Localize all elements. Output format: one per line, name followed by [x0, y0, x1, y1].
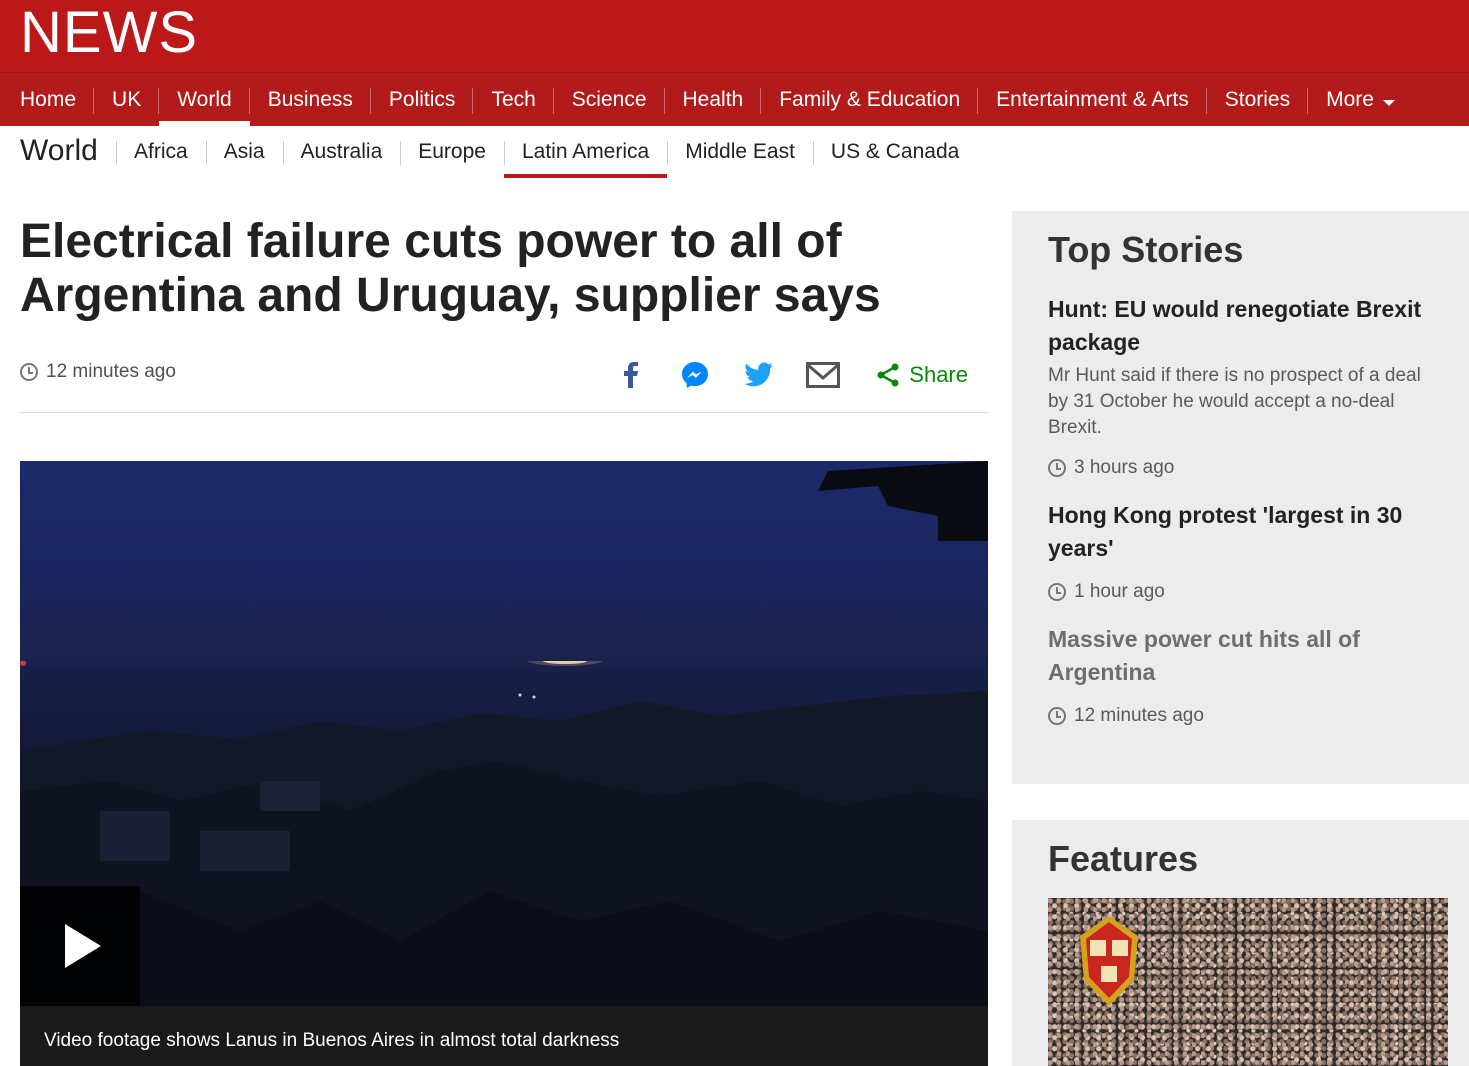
news-logo[interactable]: NEWS	[20, 2, 198, 64]
nav-item-science[interactable]: Science	[554, 73, 665, 126]
clock-icon	[1048, 459, 1066, 477]
story-link[interactable]: Hunt: EU would renegotiate Brexit packag…	[1048, 293, 1439, 359]
masthead: NEWS	[0, 0, 1469, 72]
article-headline: Electrical failure cuts power to all of …	[20, 215, 881, 322]
story-summary: Mr Hunt said if there is no prospect of …	[1048, 365, 1421, 438]
nav-item-uk[interactable]: UK	[94, 73, 160, 126]
share-icon	[877, 363, 899, 387]
features-title: Features	[1048, 838, 1199, 879]
list-item: Massive power cut hits all of Argentina …	[1048, 623, 1439, 727]
video-caption: Video footage shows Lanus in Buenos Aire…	[20, 1006, 988, 1066]
feature-image[interactable]	[1048, 898, 1448, 1066]
share-bar: Share	[585, 355, 968, 395]
play-icon	[65, 924, 101, 968]
video-player[interactable]: Video footage shows Lanus in Buenos Aire…	[20, 461, 988, 1066]
protest-sign	[1080, 916, 1138, 1006]
nav-item-health[interactable]: Health	[665, 73, 762, 126]
subnav-item-us-canada[interactable]: US & Canada	[812, 126, 977, 178]
facebook-icon[interactable]	[613, 357, 649, 393]
story-timestamp: 12 minutes ago	[1048, 705, 1439, 727]
building-silhouette	[818, 461, 988, 541]
story-link[interactable]: Hong Kong protest 'largest in 30 years'	[1048, 499, 1439, 565]
nav-item-world[interactable]: World	[159, 73, 251, 126]
list-item: Hunt: EU would renegotiate Brexit packag…	[1048, 293, 1439, 479]
subnav-item-africa[interactable]: Africa	[116, 126, 206, 178]
subnav-item-asia[interactable]: Asia	[205, 126, 283, 178]
email-icon[interactable]	[805, 357, 841, 393]
nav-item-family-education[interactable]: Family & Education	[761, 73, 979, 126]
messenger-icon[interactable]	[677, 357, 713, 393]
twitter-icon[interactable]	[741, 357, 777, 393]
story-timestamp: 1 hour ago	[1048, 581, 1439, 603]
subnav-item-middle-east[interactable]: Middle East	[667, 126, 813, 178]
nav-item-entertainment-arts[interactable]: Entertainment & Arts	[978, 73, 1207, 126]
features-panel: Features	[1012, 820, 1469, 1066]
clock-icon	[20, 363, 38, 381]
play-button[interactable]	[20, 886, 140, 1006]
nav-item-tech[interactable]: Tech	[473, 73, 554, 126]
secondary-nav: World Africa Asia Australia Europe Latin…	[0, 126, 1469, 182]
top-stories-panel: Top Stories Hunt: EU would renegotiate B…	[1012, 211, 1469, 784]
clock-icon	[1048, 707, 1066, 725]
top-stories-title: Top Stories	[1048, 229, 1244, 270]
subnav-item-europe[interactable]: Europe	[400, 126, 504, 178]
nav-item-business[interactable]: Business	[250, 73, 371, 126]
story-timestamp: 3 hours ago	[1048, 457, 1439, 479]
list-item: Hong Kong protest 'largest in 30 years' …	[1048, 499, 1439, 603]
nav-item-stories[interactable]: Stories	[1207, 73, 1309, 126]
chevron-down-icon	[1382, 99, 1395, 106]
clock-icon	[1048, 583, 1066, 601]
nav-item-more[interactable]: More	[1308, 73, 1413, 126]
nav-item-home[interactable]: Home	[2, 73, 95, 126]
section-title[interactable]: World	[20, 134, 98, 168]
share-button[interactable]: Share	[875, 362, 968, 388]
article-meta: 12 minutes ago Share	[20, 355, 988, 413]
story-link[interactable]: Massive power cut hits all of Argentina	[1048, 623, 1439, 689]
nav-item-politics[interactable]: Politics	[371, 73, 474, 126]
subnav-item-latin-america[interactable]: Latin America	[503, 126, 668, 178]
primary-nav: Home UK World Business Politics Tech Sci…	[0, 72, 1469, 126]
article-timestamp: 12 minutes ago	[20, 361, 176, 383]
subnav-item-australia[interactable]: Australia	[282, 126, 401, 178]
